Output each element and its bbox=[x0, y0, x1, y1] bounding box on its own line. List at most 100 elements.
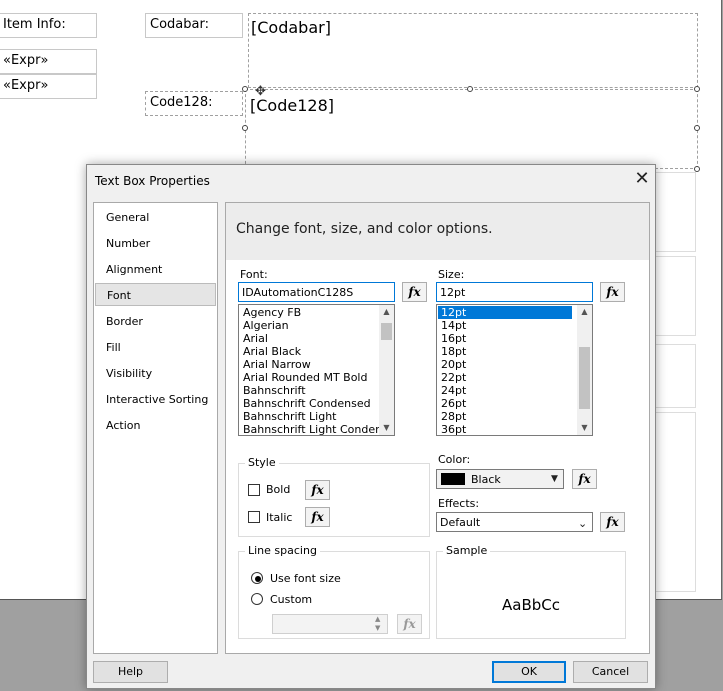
color-swatch bbox=[441, 473, 465, 485]
nav-item-fill[interactable]: Fill bbox=[95, 336, 216, 359]
help-button[interactable]: Help bbox=[93, 661, 168, 683]
expr-text-2: «Expr» bbox=[3, 78, 49, 93]
nav-item-border[interactable]: Border bbox=[95, 310, 216, 333]
font-label: Font: bbox=[240, 268, 268, 281]
font-expression-button[interactable]: fx bbox=[402, 282, 427, 302]
resize-handle[interactable] bbox=[242, 86, 248, 92]
nav-item-action[interactable]: Action bbox=[95, 414, 216, 437]
scroll-up-icon[interactable]: ▲ bbox=[379, 306, 394, 318]
size-input-value: 12pt bbox=[440, 286, 466, 299]
size-expression-button[interactable]: fx bbox=[600, 282, 625, 302]
resize-handle[interactable] bbox=[694, 86, 700, 92]
size-list-item[interactable]: 20pt bbox=[441, 358, 466, 371]
fx-icon: fx bbox=[606, 515, 619, 529]
size-list-item[interactable]: 26pt bbox=[441, 397, 466, 410]
font-list-item[interactable]: Bahnschrift Light Condens bbox=[243, 423, 388, 435]
font-list-item[interactable]: Arial Rounded MT Bold bbox=[243, 371, 367, 384]
scroll-thumb[interactable] bbox=[579, 347, 590, 409]
fx-icon: fx bbox=[408, 285, 421, 299]
font-list-item[interactable]: Algerian bbox=[243, 319, 289, 332]
sample-title: Sample bbox=[443, 544, 491, 557]
font-list-scrollbar[interactable]: ▲ ▼ bbox=[379, 305, 394, 435]
ok-button[interactable]: OK bbox=[492, 661, 566, 683]
resize-handle[interactable] bbox=[694, 125, 700, 131]
font-list-item[interactable]: Bahnschrift Condensed bbox=[243, 397, 371, 410]
code128-label-box[interactable]: Code128: bbox=[145, 91, 243, 116]
font-properties-panel: Change font, size, and color options. Fo… bbox=[225, 202, 650, 654]
font-input[interactable]: IDAutomationC128S bbox=[238, 282, 395, 302]
font-list-item[interactable]: Bahnschrift Light bbox=[243, 410, 337, 423]
size-list-item[interactable]: 24pt bbox=[441, 384, 466, 397]
nav-item-font[interactable]: Font bbox=[95, 283, 216, 306]
resize-handle[interactable] bbox=[467, 86, 473, 92]
codabar-label-box[interactable]: Codabar: bbox=[145, 13, 243, 38]
nav-item-interactive-sorting[interactable]: Interactive Sorting bbox=[95, 388, 216, 411]
bold-checkbox[interactable] bbox=[248, 484, 260, 496]
font-list-item[interactable]: Agency FB bbox=[243, 306, 301, 319]
resize-handle[interactable] bbox=[242, 125, 248, 131]
code128-textbox[interactable]: [Code128] bbox=[245, 89, 698, 169]
scroll-down-icon[interactable]: ▼ bbox=[577, 422, 592, 434]
italic-expression-button[interactable]: fx bbox=[305, 507, 330, 527]
bold-expression-button[interactable]: fx bbox=[305, 480, 330, 500]
color-dropdown-value: Black bbox=[471, 473, 501, 486]
report-box bbox=[655, 344, 696, 408]
size-list-scrollbar[interactable]: ▲ ▼ bbox=[577, 305, 592, 435]
use-font-size-radio[interactable] bbox=[251, 572, 263, 584]
color-expression-button[interactable]: fx bbox=[572, 469, 597, 489]
fx-icon: fx bbox=[311, 510, 324, 524]
custom-radio[interactable] bbox=[251, 593, 263, 605]
size-list[interactable]: 12pt 14pt 16pt 18pt 20pt 22pt 24pt 26pt … bbox=[436, 304, 593, 436]
nav-item-number[interactable]: Number bbox=[95, 232, 216, 255]
custom-label: Custom bbox=[270, 593, 313, 606]
sample-group: Sample AaBbCc bbox=[436, 544, 626, 639]
effects-dropdown[interactable]: Default ⌄ bbox=[436, 512, 593, 532]
report-box bbox=[655, 172, 696, 252]
code128-label: Code128: bbox=[150, 95, 213, 110]
font-list-item[interactable]: Arial Black bbox=[243, 345, 301, 358]
custom-spacing-input[interactable]: ▲ ▼ bbox=[272, 614, 388, 634]
expr-box-2[interactable]: «Expr» bbox=[0, 74, 97, 99]
item-info-label-box[interactable]: Item Info: bbox=[0, 13, 97, 38]
codabar-textbox[interactable]: [Codabar] bbox=[248, 13, 698, 88]
line-spacing-group: Line spacing Use font size Custom ▲ ▼ fx bbox=[238, 544, 430, 639]
line-spacing-expression-button[interactable]: fx bbox=[397, 614, 422, 634]
move-icon[interactable]: ✥ bbox=[255, 84, 266, 99]
effects-expression-button[interactable]: fx bbox=[600, 512, 625, 532]
nav-item-general[interactable]: General bbox=[95, 206, 216, 229]
banner-text: Change font, size, and color options. bbox=[236, 221, 493, 237]
expr-text-1: «Expr» bbox=[3, 53, 49, 68]
close-button[interactable]: ✕ bbox=[631, 169, 653, 191]
size-list-item[interactable]: 22pt bbox=[441, 371, 466, 384]
size-list-item[interactable]: 14pt bbox=[441, 319, 466, 332]
fx-icon: fx bbox=[578, 472, 591, 486]
expr-box-1[interactable]: «Expr» bbox=[0, 49, 97, 74]
font-list-item[interactable]: Arial bbox=[243, 332, 268, 345]
spin-up-icon[interactable]: ▲ bbox=[375, 615, 380, 624]
fx-icon: fx bbox=[606, 285, 619, 299]
cancel-button[interactable]: Cancel bbox=[573, 661, 648, 683]
report-box bbox=[655, 256, 696, 336]
font-list-item[interactable]: Bahnschrift bbox=[243, 384, 306, 397]
font-list[interactable]: Agency FB Algerian Arial Arial Black Ari… bbox=[238, 304, 395, 436]
size-list-item[interactable]: 18pt bbox=[441, 345, 466, 358]
bold-label: Bold bbox=[266, 483, 291, 496]
size-list-item[interactable]: 36pt bbox=[441, 423, 466, 435]
spin-down-icon[interactable]: ▼ bbox=[375, 624, 380, 633]
scroll-down-icon[interactable]: ▼ bbox=[379, 422, 394, 434]
scroll-thumb[interactable] bbox=[381, 323, 392, 340]
scroll-up-icon[interactable]: ▲ bbox=[577, 306, 592, 318]
font-list-item[interactable]: Arial Narrow bbox=[243, 358, 311, 371]
size-input[interactable]: 12pt bbox=[436, 282, 593, 302]
nav-item-alignment[interactable]: Alignment bbox=[95, 258, 216, 281]
size-list-item[interactable]: 16pt bbox=[441, 332, 466, 345]
font-input-value: IDAutomationC128S bbox=[242, 286, 354, 299]
nav-item-visibility[interactable]: Visibility bbox=[95, 362, 216, 385]
size-list-item-selected[interactable]: 12pt bbox=[438, 306, 572, 319]
size-list-item[interactable]: 28pt bbox=[441, 410, 466, 423]
italic-checkbox[interactable] bbox=[248, 511, 260, 523]
color-label: Color: bbox=[438, 453, 471, 466]
color-dropdown[interactable]: Black ▼ bbox=[436, 469, 564, 489]
italic-label: Italic bbox=[266, 511, 293, 524]
style-group: Style Bold fx Italic fx bbox=[238, 456, 430, 537]
